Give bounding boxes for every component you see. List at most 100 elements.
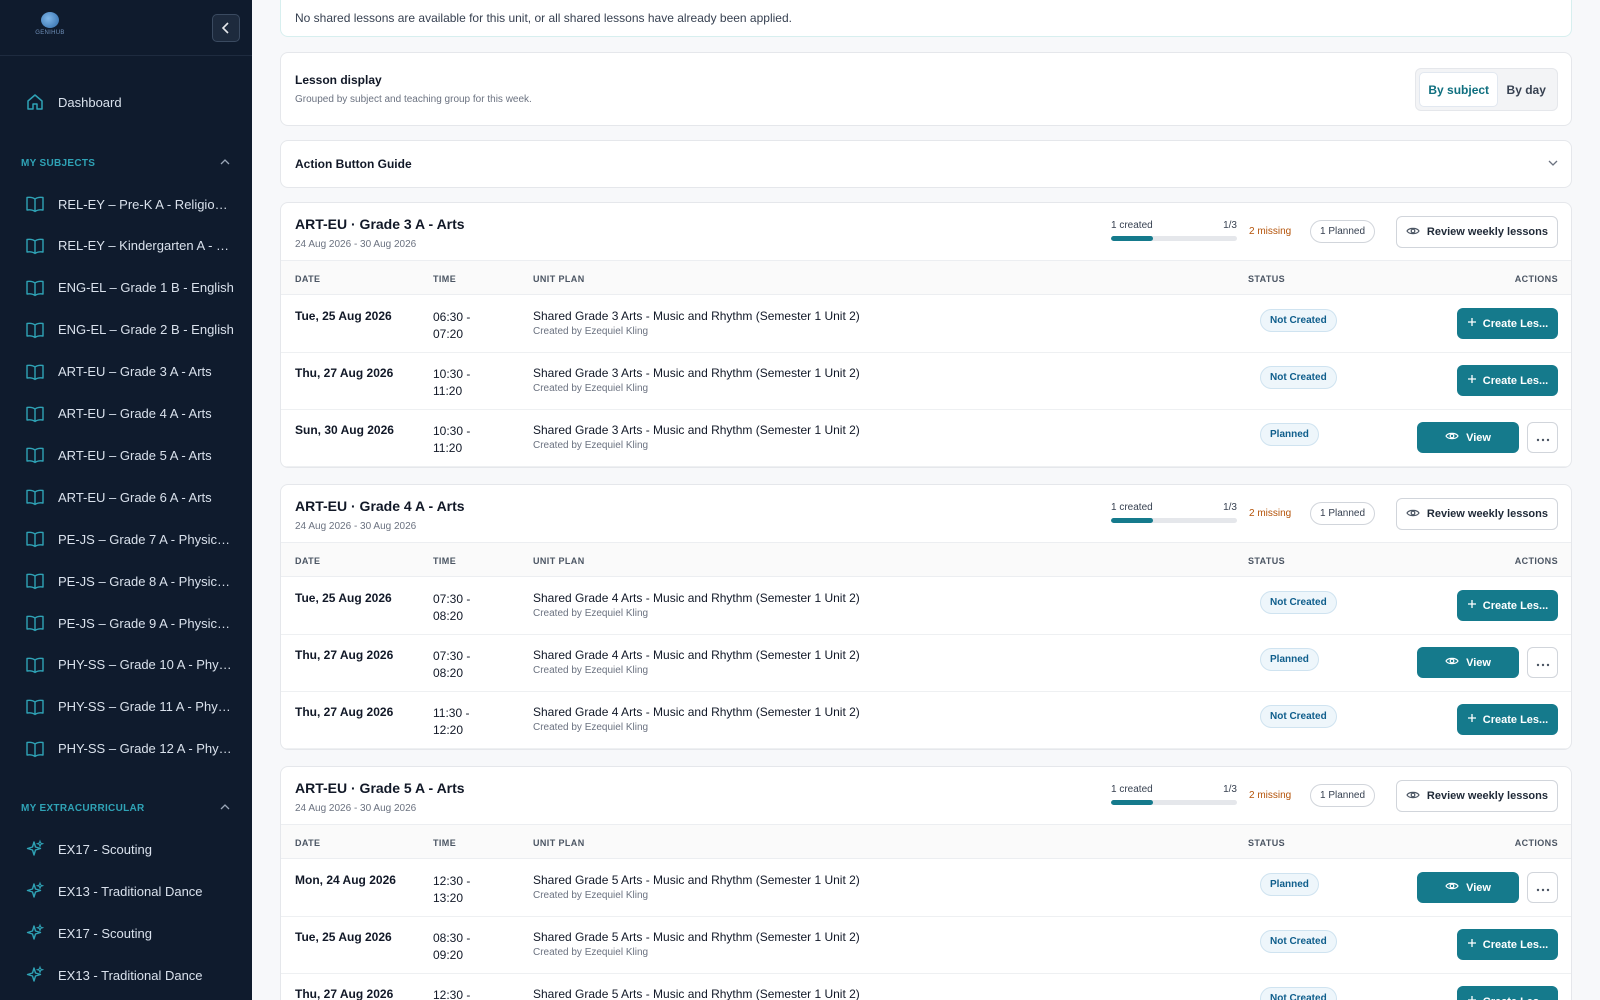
create-lesson-button[interactable]: Create Les... [1457, 308, 1558, 339]
create-lesson-button[interactable]: Create Les... [1457, 365, 1558, 396]
more-actions-button[interactable] [1527, 647, 1558, 678]
table-row: Thu, 27 Aug 2026 07:30 - 08:20 Shared Gra… [281, 635, 1571, 692]
table-row: Tue, 25 Aug 2026 06:30 - 07:20 Shared Gra… [281, 296, 1571, 353]
notice-text: No shared lessons are available for this… [295, 11, 792, 25]
sidebar-item-dashboard[interactable]: Dashboard [0, 85, 252, 119]
unit-plan-title[interactable]: Shared Grade 3 Arts - Music and Rhythm (… [533, 423, 860, 437]
status-badge: Not Created [1260, 591, 1337, 614]
sidebar-item-subject[interactable]: PHY-SS – Grade 12 A - Physics [0, 732, 252, 766]
status-badge: Planned [1260, 648, 1319, 671]
unit-plan-author: Created by Ezequiel Kling [533, 440, 649, 451]
ellipsis-icon [1536, 654, 1550, 672]
create-lesson-button[interactable]: Create Les... [1457, 929, 1558, 960]
by-day-button[interactable]: By day [1498, 72, 1554, 107]
unit-plan-title[interactable]: Shared Grade 3 Arts - Music and Rhythm (… [533, 366, 860, 380]
create-label: Create Les... [1482, 713, 1549, 726]
more-actions-button[interactable] [1527, 422, 1558, 453]
sidebar-item-subject[interactable]: ART-EU – Grade 5 A - Arts [0, 438, 252, 472]
sidebar-item-label: PE-JS – Grade 8 A - Physical Education [58, 573, 234, 589]
planned-count-chip: 1 Planned [1310, 502, 1376, 525]
lesson-display-title: Lesson display [295, 73, 382, 87]
eye-icon [1445, 881, 1459, 894]
create-lesson-button[interactable]: Create Les... [1457, 986, 1558, 1000]
lesson-date: Thu, 27 Aug 2026 [295, 648, 394, 662]
sidebar-item-subject[interactable]: REL-EY – Kindergarten A - Religious and … [0, 229, 252, 263]
sidebar-item-extracurricular[interactable]: EX17 - Scouting [0, 916, 252, 950]
by-subject-button[interactable]: By subject [1419, 72, 1499, 107]
sidebar-item-label: REL-EY – Kindergarten A - Religious and … [58, 238, 234, 254]
unit-plan-title[interactable]: Shared Grade 5 Arts - Music and Rhythm (… [533, 873, 860, 887]
collapse-sidebar-button[interactable] [212, 14, 240, 42]
my-extracurricular-heading[interactable]: MY EXTRACURRICULAR [21, 803, 231, 814]
table-row: Tue, 25 Aug 2026 08:30 - 09:20 Shared Gra… [281, 917, 1571, 974]
table-row: Tue, 25 Aug 2026 07:30 - 08:20 Shared Gra… [281, 578, 1571, 635]
action-button-guide[interactable]: Action Button Guide [280, 140, 1572, 188]
sidebar-item-subject[interactable]: PE-JS – Grade 7 A - Physical Education [0, 522, 252, 556]
sidebar-item-label: EX17 - Scouting [58, 841, 152, 857]
sidebar-item-extracurricular[interactable]: EX13 - Traditional Dance [0, 958, 252, 992]
unit-plan-title[interactable]: Shared Grade 5 Arts - Music and Rhythm (… [533, 987, 860, 1000]
more-actions-button[interactable] [1527, 872, 1558, 903]
sidebar-item-subject[interactable]: ART-EU – Grade 6 A - Arts [0, 480, 252, 514]
view-lesson-button[interactable]: View [1417, 872, 1519, 903]
missing-count: 2 missing [1249, 226, 1292, 237]
lesson-date: Thu, 27 Aug 2026 [295, 705, 394, 719]
sidebar-item-subject[interactable]: PE-JS – Grade 9 A - Physical Education [0, 606, 252, 640]
sidebar-item-extracurricular[interactable]: EX13 - Traditional Dance [0, 874, 252, 908]
section-label: MY EXTRACURRICULAR [21, 803, 145, 814]
sidebar-item-subject[interactable]: PHY-SS – Grade 10 A - Physics [0, 648, 252, 682]
plus-icon [1467, 995, 1477, 1000]
unit-plan-title[interactable]: Shared Grade 3 Arts - Music and Rhythm (… [533, 309, 860, 323]
created-ratio: 1/3 [1223, 784, 1237, 795]
lesson-date: Thu, 27 Aug 2026 [295, 987, 394, 1000]
sidebar-item-subject[interactable]: ENG-EL – Grade 1 B - English [0, 271, 252, 305]
book-icon [24, 528, 46, 550]
app-logo[interactable]: GENIHUB [30, 12, 70, 42]
plus-icon [1467, 317, 1477, 330]
sidebar-item-subject[interactable]: ENG-EL – Grade 2 B - English [0, 313, 252, 347]
table-row: Thu, 27 Aug 2026 11:30 - 12:20 Shared Gra… [281, 692, 1571, 749]
group-date-range: 24 Aug 2026 - 30 Aug 2026 [295, 521, 417, 532]
sidebar-item-subject[interactable]: ART-EU – Grade 3 A - Arts [0, 355, 252, 389]
progress-bar [1111, 236, 1237, 241]
time-start: 12:30 - [433, 988, 471, 1000]
review-weekly-lessons-button[interactable]: Review weekly lessons [1395, 780, 1558, 812]
unit-plan-title[interactable]: Shared Grade 5 Arts - Music and Rhythm (… [533, 930, 860, 944]
lesson-time: 06:30 - 07:20 [433, 309, 470, 343]
created-ratio: 1/3 [1223, 502, 1237, 513]
create-label: Create Les... [1482, 938, 1549, 951]
col-unit-plan: UNIT PLAN [533, 274, 585, 284]
created-ratio: 1/3 [1223, 220, 1237, 231]
sparkles-icon [24, 922, 46, 944]
plus-icon [1467, 938, 1477, 951]
sidebar-item-subject[interactable]: ART-EU – Grade 4 A - Arts [0, 397, 252, 431]
plus-icon [1467, 713, 1477, 726]
review-weekly-lessons-button[interactable]: Review weekly lessons [1395, 498, 1558, 530]
review-weekly-lessons-button[interactable]: Review weekly lessons [1395, 216, 1558, 248]
col-status: STATUS [1248, 556, 1286, 566]
sidebar-item-subject[interactable]: REL-EY – Pre-K A - Religious and Moral E… [0, 187, 252, 221]
sidebar-item-label: EX17 - Scouting [58, 925, 152, 941]
section-label: MY SUBJECTS [21, 158, 96, 169]
sidebar-header: GENIHUB [0, 0, 252, 56]
view-lesson-button[interactable]: View [1417, 422, 1519, 453]
sidebar-item-subject[interactable]: PHY-SS – Grade 11 A - Physics [0, 690, 252, 724]
progress-bar [1111, 800, 1237, 805]
sidebar-item-subject[interactable]: PE-JS – Grade 8 A - Physical Education [0, 564, 252, 598]
create-label: Create Les... [1482, 317, 1549, 330]
progress-bar [1111, 518, 1237, 523]
view-lesson-button[interactable]: View [1417, 647, 1519, 678]
create-lesson-button[interactable]: Create Les... [1457, 704, 1558, 735]
unit-plan-title[interactable]: Shared Grade 4 Arts - Music and Rhythm (… [533, 705, 860, 719]
sidebar-item-extracurricular[interactable]: EX17 - Scouting [0, 832, 252, 866]
unit-plan-title[interactable]: Shared Grade 4 Arts - Music and Rhythm (… [533, 648, 860, 662]
unit-plan-title[interactable]: Shared Grade 4 Arts - Music and Rhythm (… [533, 591, 860, 605]
create-lesson-button[interactable]: Create Les... [1457, 590, 1558, 621]
col-actions: ACTIONS [1514, 274, 1558, 284]
sparkles-icon [24, 964, 46, 986]
book-icon [24, 654, 46, 676]
eye-icon [1406, 790, 1420, 803]
book-icon [24, 277, 46, 299]
col-time: TIME [433, 556, 457, 566]
my-subjects-heading[interactable]: MY SUBJECTS [21, 158, 231, 169]
